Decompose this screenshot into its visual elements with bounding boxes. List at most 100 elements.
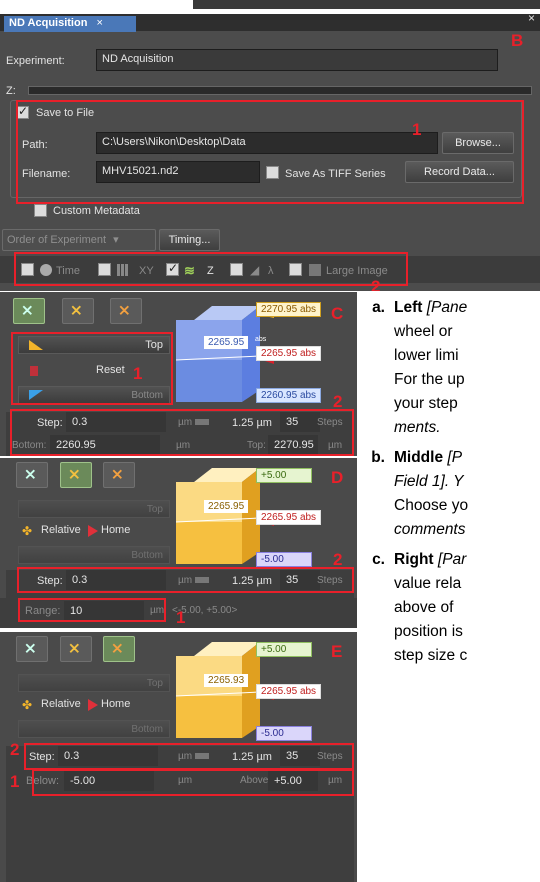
asymmetric-mode-button[interactable]: ⨯ [103, 462, 135, 488]
annotation-d1: 1 [176, 608, 186, 627]
item-a-line-1: a. Left [Pane [365, 296, 467, 319]
annotation-box-e2 [24, 743, 354, 770]
item-a-line-3: lower limi [394, 347, 459, 364]
mid-left-value: 2265.95 [204, 500, 249, 513]
item-b-title: Middle [394, 449, 444, 466]
asymmetric-icon: ⨯ [111, 466, 124, 483]
mid-left-value: 2265.95 [204, 336, 249, 349]
order-label: Order of Experiment [7, 234, 107, 246]
item-a-line-5: your step [394, 395, 458, 412]
tab-close-icon[interactable]: × [97, 17, 103, 29]
top-bottom-icon: ⨯ [24, 466, 37, 483]
bottom-label: Bottom [131, 724, 163, 735]
annotation-box-1 [16, 100, 524, 204]
panel-letter-b: B [511, 31, 524, 50]
chevron-down-icon: ▾ [113, 234, 119, 246]
current-value-badge: 2265.95 abs [256, 510, 322, 525]
asymmetric-icon: ⨯ [118, 302, 131, 319]
top-label: Top [146, 678, 163, 689]
bottom-set-button[interactable]: Bottom [18, 720, 170, 738]
item-a-line-2: wheel or [394, 323, 453, 340]
window-close-icon[interactable]: × [528, 14, 535, 25]
panel-letter-d: D [331, 468, 344, 487]
tab-nd-acquisition[interactable]: ND Acquisition × [4, 16, 136, 32]
plus-value: +5.00 [256, 468, 312, 483]
annotation-d2: 2 [333, 550, 343, 569]
custom-metadata-checkbox[interactable] [34, 204, 47, 217]
symmetric-mode-button[interactable]: ⨯ [60, 636, 92, 662]
item-c-line-4: position is [394, 623, 463, 640]
item-c-rest: [Par [433, 551, 467, 568]
current-value: 2265.95 [261, 512, 298, 523]
item-b-line-3: Choose yo [394, 497, 469, 514]
item-a-rest: [Pane [422, 299, 468, 316]
bottom-set-button[interactable]: Bottom [18, 546, 170, 564]
relative-icon: ✤ [22, 524, 33, 538]
annotation-number-1: 1 [412, 120, 422, 139]
mid-left-value: 2265.93 [204, 674, 249, 687]
current-abs-label: abs [299, 512, 317, 523]
bottom-abs-label: abs [299, 390, 317, 401]
annotation-box-e1 [32, 769, 354, 796]
home-arrow-icon [88, 525, 98, 537]
item-a-line-6: ments. [394, 419, 441, 436]
experiment-value: ND Acquisition [102, 53, 174, 65]
minus-value: -5.00 [256, 552, 312, 567]
annotation-c1: 1 [133, 364, 143, 383]
home-button[interactable]: Home [86, 522, 146, 540]
current-abs-label: abs [299, 348, 317, 359]
annotation-box-2 [14, 252, 408, 286]
current-value: 2265.95 [261, 686, 298, 697]
item-b-marker: b. [371, 449, 385, 466]
timing-button[interactable]: Timing... [159, 229, 220, 251]
item-c-line-5: step size c [394, 647, 468, 664]
z-label: Z: [6, 85, 16, 97]
top-abs-label: abs [299, 304, 317, 315]
relative-icon: ✤ [22, 698, 33, 712]
home-label: Home [101, 524, 131, 536]
experiment-field[interactable]: ND Acquisition [96, 49, 498, 71]
current-value-badge: 2265.95 abs [256, 346, 322, 361]
asymmetric-mode-button[interactable]: ⨯ [110, 298, 142, 324]
z-panel-c: ⨯ ⨯ ⨯ Top Reset Bottom 2270.95 abs 2265.… [0, 292, 357, 456]
annotation-box-c1 [11, 332, 173, 405]
current-value-badge: 2265.95 abs [256, 684, 322, 699]
experiment-label: Experiment: [6, 55, 65, 67]
item-c-line-1: c. Right [Par [365, 548, 466, 571]
plus-value: +5.00 [256, 642, 312, 657]
panel-letter-c: C [331, 304, 344, 323]
asymmetric-mode-button[interactable]: ⨯ [103, 636, 135, 662]
relative-label: Relative [41, 698, 81, 710]
symmetric-mode-button[interactable]: ⨯ [62, 298, 94, 324]
symmetric-icon: ⨯ [70, 302, 83, 319]
top-bottom-mode-button[interactable]: ⨯ [13, 298, 45, 324]
custom-metadata-label: Custom Metadata [53, 205, 140, 217]
top-label: Top [146, 504, 163, 515]
current-value: 2265.95 [261, 348, 298, 359]
item-c-line-3: above of [394, 599, 454, 616]
item-a-marker: a. [372, 299, 385, 316]
bottom-value: 2260.95 [261, 390, 298, 401]
item-a-line-4: For the up [394, 371, 465, 388]
annotation-e2: 2 [10, 740, 20, 759]
top-bottom-icon: ⨯ [24, 640, 37, 657]
item-a-title: Left [394, 299, 423, 316]
item-b-rest: [P [443, 449, 463, 466]
z-panel-d: ⨯ ⨯ ⨯ Top ✤ Relative Home Bottom +5.00 2… [0, 458, 357, 598]
symmetric-mode-button[interactable]: ⨯ [60, 462, 92, 488]
top-strip [0, 0, 540, 14]
top-bottom-mode-button[interactable]: ⨯ [16, 636, 48, 662]
top-bottom-mode-button[interactable]: ⨯ [16, 462, 48, 488]
minus-value: -5.00 [256, 726, 312, 741]
symmetric-icon: ⨯ [68, 640, 81, 657]
top-set-button[interactable]: Top [18, 500, 170, 518]
home-label: Home [101, 698, 131, 710]
z-progress-bar [28, 86, 532, 95]
bottom-label: Bottom [131, 550, 163, 561]
top-set-button[interactable]: Top [18, 674, 170, 692]
home-button[interactable]: Home [86, 696, 146, 714]
relative-label: Relative [41, 524, 81, 536]
order-of-experiment-dropdown[interactable]: Order of Experiment ▾ [2, 229, 156, 251]
home-arrow-icon [88, 699, 98, 711]
annotation-box-d1 [18, 598, 166, 622]
